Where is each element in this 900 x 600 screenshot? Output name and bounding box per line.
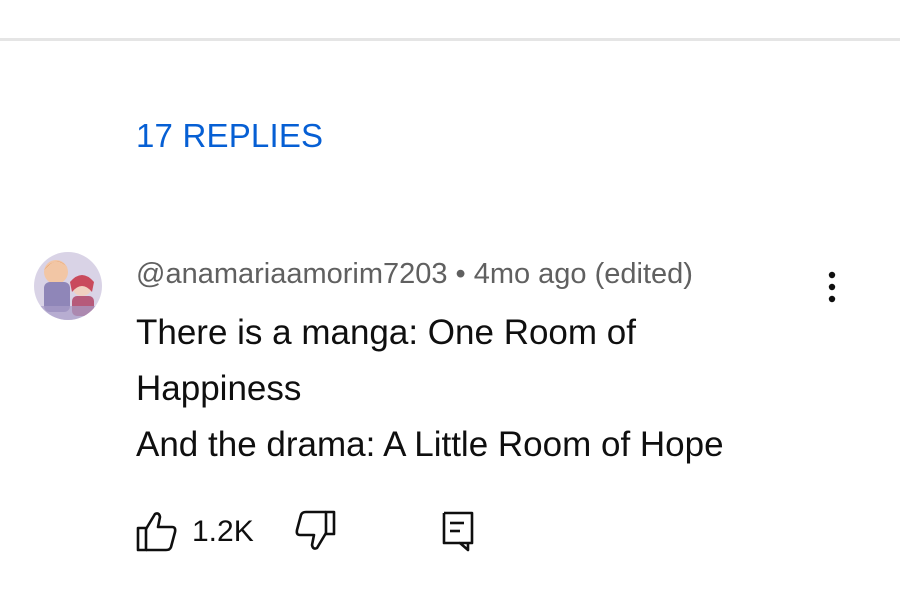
avatar[interactable] [34, 252, 102, 320]
divider [0, 38, 900, 41]
view-replies-button[interactable]: 17 REPLIES [136, 116, 323, 156]
comment-meta: @anamariaamorim7203 • 4mo ago (edited) [136, 256, 693, 292]
comment-thread: 17 REPLIES @anamariaamorim7203 • 4mo ago (… [0, 0, 900, 600]
dislike-button[interactable] [292, 508, 338, 554]
thumbs-down-icon [295, 510, 336, 550]
thumbs-up-icon [136, 512, 177, 552]
more-actions-button[interactable] [812, 266, 852, 310]
reply-comment-icon [442, 511, 474, 552]
meta-separator: • [455, 258, 466, 290]
more-vert-icon [828, 271, 836, 303]
author-handle[interactable]: @anamariaamorim7203 [136, 258, 448, 290]
comment-line: There is a manga: One Room of [136, 313, 636, 352]
comment-timestamp[interactable]: 4mo ago (edited) [474, 258, 693, 290]
comment-action-bar: 1.2K [134, 508, 534, 554]
avatar-image [34, 252, 102, 320]
like-button[interactable] [134, 508, 180, 554]
like-count: 1.2K [192, 515, 254, 548]
reply-button[interactable] [436, 508, 482, 554]
comment-body: There is a manga: One Room of Happiness … [136, 305, 856, 473]
comment-line: Happiness [136, 369, 302, 408]
comment-line: And the drama: A Little Room of Hope [136, 425, 724, 464]
